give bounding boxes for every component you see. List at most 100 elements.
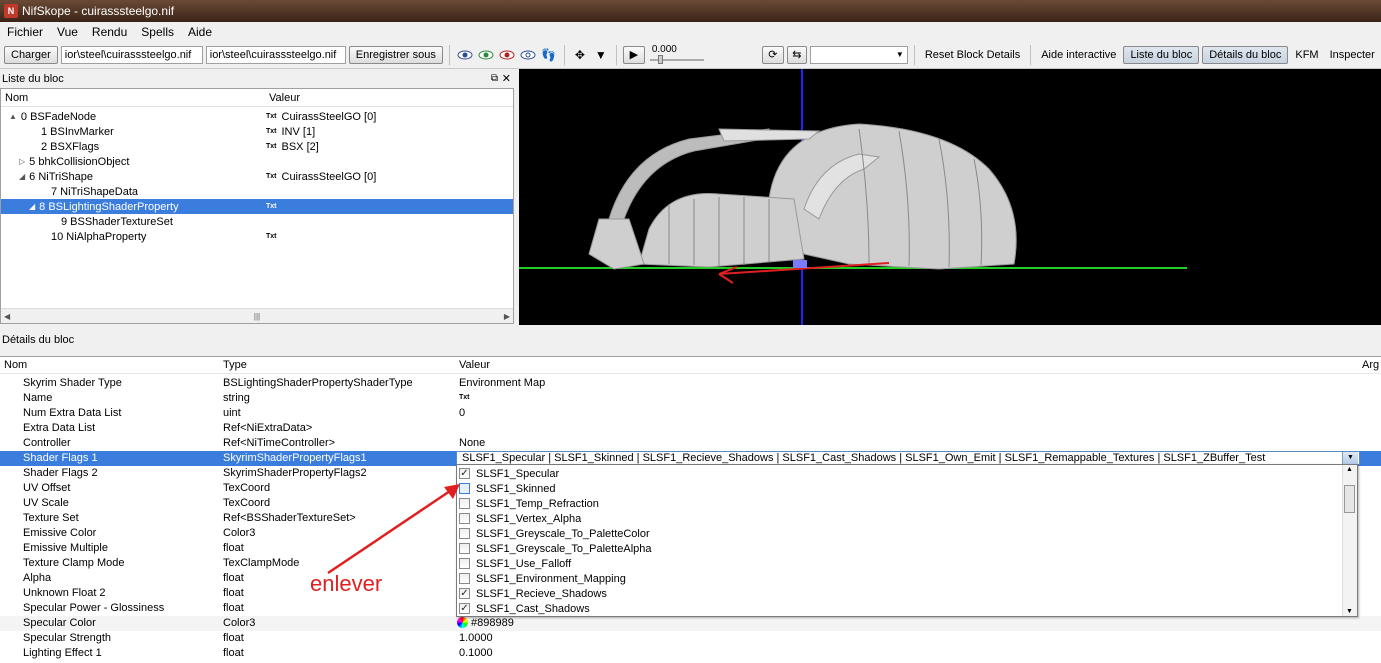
scroll-thumb-grip-icon[interactable]: ||| — [254, 312, 260, 321]
expand-arrow-icon[interactable]: ▷ — [19, 157, 25, 166]
menu-fichier[interactable]: Fichier — [0, 25, 50, 39]
flag-option[interactable]: SLSF1_Skinned — [457, 481, 1357, 496]
switch-button[interactable]: ⇆ — [786, 45, 807, 64]
chevron-down-icon[interactable]: ▼ — [1342, 452, 1358, 464]
tree-row[interactable]: ▲ 0 BSFadeNode Txt CuirassSteelGO [0] — [1, 109, 513, 124]
save-as-button[interactable]: Enregistrer sous — [348, 45, 443, 64]
eye-red-icon[interactable] — [498, 47, 516, 63]
render-viewport[interactable] — [519, 69, 1381, 325]
flag-option[interactable]: SLSF1_Greyscale_To_PaletteColor — [457, 526, 1357, 541]
tree-row[interactable]: ◢ 6 NiTriShape Txt CuirassSteelGO [0] — [1, 169, 513, 184]
flag-option[interactable]: SLSF1_Greyscale_To_PaletteAlpha — [457, 541, 1357, 556]
detail-cell-value[interactable]: Txt — [459, 394, 470, 401]
detail-cell-value[interactable]: 1.0000 — [459, 632, 493, 644]
save-path-input[interactable]: ior\steel\cuirasssteelgo.nif — [205, 45, 346, 64]
tree-row[interactable]: 9 BSShaderTextureSet — [1, 214, 513, 229]
load-button[interactable]: Charger — [4, 45, 58, 64]
detail-cell-type: float — [223, 647, 244, 659]
block-list-toggle[interactable]: Liste du bloc — [1123, 45, 1200, 64]
flag-option[interactable]: ✓ SLSF1_Recieve_Shadows — [457, 586, 1357, 601]
reset-block-details-button[interactable]: Reset Block Details — [921, 49, 1024, 61]
col-type-header[interactable]: Type — [223, 359, 247, 371]
detail-row[interactable]: Extra Data List Ref<NiExtraData> — [0, 421, 1381, 436]
block-details-toggle[interactable]: Détails du bloc — [1202, 45, 1289, 64]
tree-row[interactable]: 7 NiTriShapeData — [1, 184, 513, 199]
flag-option[interactable]: SLSF1_Temp_Refraction — [457, 496, 1357, 511]
tree-row[interactable]: 10 NiAlphaProperty Txt — [1, 229, 513, 244]
flag-option[interactable]: SLSF1_Use_Falloff — [457, 556, 1357, 571]
shader-flags-dropdown-list[interactable]: ✓ SLSF1_Specular SLSF1_Skinned SLSF1_Temp_R… — [456, 464, 1358, 617]
chevron-down-icon[interactable]: ▼ — [592, 47, 610, 63]
tree-row[interactable]: 2 BSXFlags Txt BSX [2] — [1, 139, 513, 154]
expand-arrow-icon[interactable]: ▲ — [9, 112, 17, 121]
block-list-tree[interactable]: Nom Valeur ▲ 0 BSFadeNode Txt CuirassSteelG… — [0, 88, 514, 324]
detail-cell-text: Unknown Float 2 — [23, 587, 106, 599]
play-button[interactable]: ▶ — [622, 45, 645, 64]
footprints-icon[interactable]: 👣 — [540, 47, 558, 63]
checkbox-checked[interactable]: ✓ — [459, 588, 470, 599]
scroll-down-icon[interactable]: ▼ — [1346, 608, 1353, 615]
col-value-header[interactable]: Valeur — [459, 359, 490, 371]
horizontal-scrollbar[interactable]: ◀ ||| ▶ — [1, 308, 513, 323]
tree-row[interactable]: ◢ 8 BSLightingShaderProperty Txt — [1, 199, 513, 214]
expand-arrow-icon[interactable]: ◢ — [29, 202, 35, 211]
detail-cell-value[interactable]: Environment Map — [459, 377, 545, 389]
dropdown-scrollbar[interactable]: ▲ ▼ — [1342, 465, 1357, 616]
interactive-help-button[interactable]: Aide interactive — [1037, 49, 1120, 61]
scroll-thumb[interactable] — [1344, 485, 1355, 513]
eye-green-icon[interactable] — [477, 47, 495, 63]
detail-row[interactable]: Specular Color Color3 #898989 — [0, 616, 1381, 631]
loop-button[interactable]: ⟳ — [761, 45, 784, 64]
detail-row[interactable]: Num Extra Data List uint 0 — [0, 406, 1381, 421]
detail-row[interactable]: Controller Ref<NiTimeController> None — [0, 436, 1381, 451]
detail-row[interactable]: Specular Strength float 1.0000 — [0, 631, 1381, 646]
load-path-input[interactable]: ior\steel\cuirasssteelgo.nif — [60, 45, 203, 64]
detail-cell-text: Name — [23, 392, 53, 404]
scroll-left-icon[interactable]: ◀ — [4, 312, 10, 321]
detail-row[interactable]: Lighting Effect 1 float 0.1000 — [0, 646, 1381, 661]
undock-icon[interactable]: ⧉ — [491, 73, 498, 84]
detail-cell-text: TexCoord — [223, 482, 271, 494]
menu-vue[interactable]: Vue — [50, 25, 85, 39]
checkbox-checked[interactable]: ✓ — [459, 603, 470, 614]
col-name-header[interactable]: Nom — [4, 359, 27, 371]
detail-cell-value[interactable]: 0.1000 — [459, 647, 493, 659]
menu-rendu[interactable]: Rendu — [85, 25, 134, 39]
col-name-header[interactable]: Nom — [1, 92, 265, 104]
eye-blue-icon[interactable] — [456, 47, 474, 63]
detail-cell-value[interactable]: None — [459, 437, 485, 449]
detail-cell-value[interactable]: 0 — [459, 407, 465, 419]
switch-icon: ⇆ — [792, 49, 802, 61]
detail-row[interactable]: Skyrim Shader Type BSLightingShaderProper… — [0, 376, 1381, 391]
flag-option[interactable]: ✓ SLSF1_Specular — [457, 466, 1357, 481]
flag-option[interactable]: SLSF1_Vertex_Alpha — [457, 511, 1357, 526]
tree-row[interactable]: ▷ 5 bhkCollisionObject — [1, 154, 513, 169]
window-title: NifSkope - cuirasssteelgo.nif — [22, 4, 175, 18]
shader-flags-combo[interactable]: SLSF1_Specular | SLSF1_Skinned | SLSF1_R… — [456, 451, 1360, 465]
detail-cell-text: Ref<NiTimeController> — [223, 437, 336, 449]
col-arg-header[interactable]: Arg — [1362, 359, 1379, 371]
animation-select[interactable]: ▼ — [809, 45, 908, 64]
detail-row[interactable]: Name string Txt — [0, 391, 1381, 406]
col-value-header[interactable]: Valeur — [265, 92, 300, 104]
flag-option[interactable]: SLSF1_Environment_Mapping — [457, 571, 1357, 586]
menu-aide[interactable]: Aide — [181, 25, 219, 39]
scroll-up-icon[interactable]: ▲ — [1346, 466, 1353, 473]
detail-cell-value[interactable]: #898989 — [457, 617, 514, 629]
menu-spells[interactable]: Spells — [134, 25, 181, 39]
slider-handle[interactable] — [657, 54, 663, 64]
color-wheel-icon[interactable] — [457, 617, 468, 628]
tree-row[interactable]: 1 BSInvMarker Txt INV [1] — [1, 124, 513, 139]
detail-cell-name: Controller — [23, 437, 71, 449]
flag-option[interactable]: ✓ SLSF1_Cast_Shadows — [457, 601, 1357, 616]
time-slider[interactable]: 0.000 — [648, 44, 706, 66]
close-icon[interactable]: ✕ — [502, 72, 511, 85]
eye-outline-icon[interactable] — [519, 47, 537, 63]
move-icon[interactable]: ✥ — [571, 47, 589, 63]
expand-arrow-icon[interactable]: ◢ — [19, 172, 25, 181]
detail-cell-type: float — [223, 632, 244, 644]
tree-row-value: Txt — [266, 229, 282, 244]
kfm-button[interactable]: KFM — [1291, 49, 1322, 61]
scroll-right-icon[interactable]: ▶ — [504, 312, 510, 321]
inspect-button[interactable]: Inspecter — [1326, 49, 1379, 61]
